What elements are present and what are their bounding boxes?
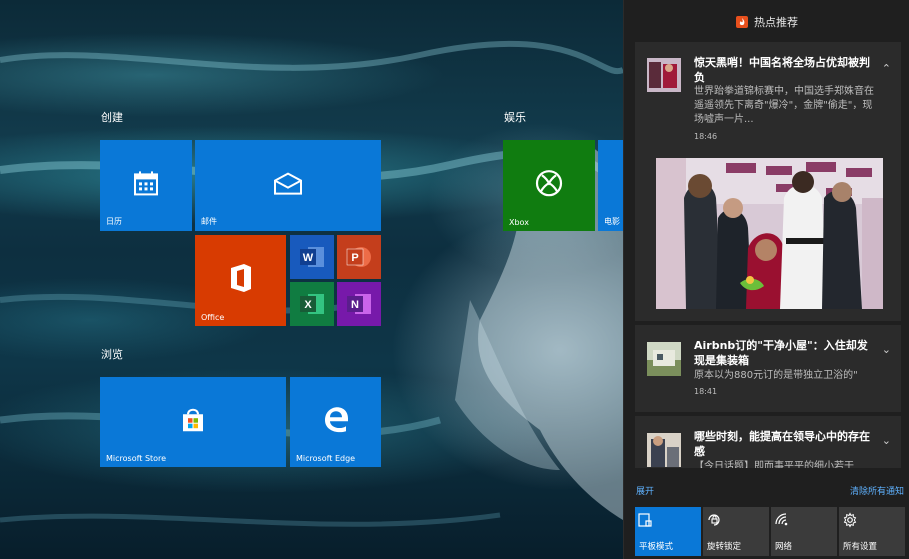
quick-action-label: 旋转锁定 [707,542,742,552]
expand-chevron-icon[interactable]: ⌄ [882,434,891,447]
news-image [656,158,883,309]
onenote-letter: N [351,299,359,311]
onenote-tile[interactable]: N [337,282,381,326]
microsoft-edge-tile[interactable]: Microsoft Edge [290,377,381,467]
notification-body: 原本以为880元订的是带独立卫浴的" [694,370,858,381]
quick-action-label: 平板模式 [639,542,674,552]
excel-tile[interactable]: X [290,282,334,326]
powerpoint-icon: P [346,247,371,267]
notification-body: 世界跆拳道锦标赛中，中国选手郑姝音在遥遥领先下离奇"爆冷"，金牌"偷走"，现场嘘… [694,86,874,125]
notification-time: 18:46 [694,132,718,141]
microsoft-store-tile[interactable]: Microsoft Store [100,377,286,467]
notification-title: 哪些时刻，能提高在领导心中的存在感 [694,430,870,458]
word-letter: W [303,252,314,264]
notification-body: 【今日话题】即而事平平的细小若干 [694,461,854,468]
word-icon: W [300,247,324,267]
notification-card[interactable]: 惊天黑哨！中国名将全场占优却被判负 世界跆拳道锦标赛中，中国选手郑姝音在遥遥领先… [635,42,901,321]
xbox-icon [535,169,563,196]
powerpoint-tile[interactable]: P [337,235,381,279]
start-menu-area: 创建 浏览 娱乐 日历 邮件 Office W P X N Microsoft … [0,0,623,559]
mail-tile-label: 邮件 [201,217,217,226]
quick-action-all-settings[interactable]: 所有设置 [839,507,905,556]
movies-tile-label: 电影 [604,217,620,226]
group-label-entertainment: 娱乐 [504,111,526,124]
action-center-header: 热点推荐 [624,0,909,44]
quick-action-network[interactable]: 网络 [771,507,837,556]
rotation-lock-icon [708,514,720,526]
flame-icon [736,16,748,28]
xbox-tile-label: Xbox [509,218,529,227]
calendar-icon [134,170,158,195]
mail-icon [274,171,302,195]
edge-tile-label: Microsoft Edge [296,454,356,463]
word-tile[interactable]: W [290,235,334,279]
quick-action-label: 网络 [775,542,793,552]
office-icon [230,263,251,292]
notification-card[interactable]: Airbnb订的"干净小屋"：入住却发现是集装箱 原本以为880元订的是带独立卫… [635,325,901,412]
calendar-tile-label: 日历 [106,217,122,226]
edge-icon [324,407,348,433]
office-tile[interactable]: Office [195,235,286,326]
news-thumbnail [647,58,681,92]
store-tile-label: Microsoft Store [106,454,167,463]
group-label-create: 创建 [101,111,123,124]
expand-chevron-icon[interactable]: ⌄ [882,343,891,356]
notification-title: Airbnb订的"干净小屋"：入住却发现是集装箱 [694,339,868,367]
mail-tile[interactable]: 邮件 [195,140,381,231]
calendar-tile[interactable]: 日历 [100,140,192,231]
network-icon [775,513,788,526]
excel-letter: X [304,299,312,311]
quick-action-label: 所有设置 [843,542,878,552]
powerpoint-letter: P [351,252,358,264]
notification-time: 18:41 [694,387,718,396]
news-thumbnail [647,433,681,467]
collapse-chevron-icon[interactable]: ⌃ [882,62,891,75]
header-title: 热点推荐 [754,16,798,29]
notification-title: 惊天黑哨！中国名将全场占优却被判负 [694,56,870,84]
clear-all-notifications-link[interactable]: 清除所有通知 [850,484,904,497]
wallpaper [0,40,623,527]
excel-icon: X [300,294,324,314]
xbox-tile[interactable]: Xbox [503,140,595,231]
quick-action-rotation-lock[interactable]: 旋转锁定 [703,507,769,556]
settings-gear-icon [843,512,857,528]
tablet-mode-icon [638,513,652,527]
store-bag-icon [183,408,203,432]
quick-action-tablet-mode[interactable]: 平板模式 [635,507,701,556]
news-thumbnail [647,342,681,376]
notification-card[interactable]: 哪些时刻，能提高在领导心中的存在感 【今日话题】即而事平平的细小若干 ⌄ [635,416,901,468]
movies-tile[interactable]: 电影 [598,140,623,231]
office-tile-label: Office [201,313,225,322]
onenote-icon: N [347,294,371,314]
group-label-browse: 浏览 [101,348,123,361]
expand-link[interactable]: 展开 [636,484,654,497]
action-center-panel: 热点推荐 惊天黑哨！中国名将全场占优却被判负 世界跆拳道锦标赛中，中国选手郑姝音… [623,0,909,559]
